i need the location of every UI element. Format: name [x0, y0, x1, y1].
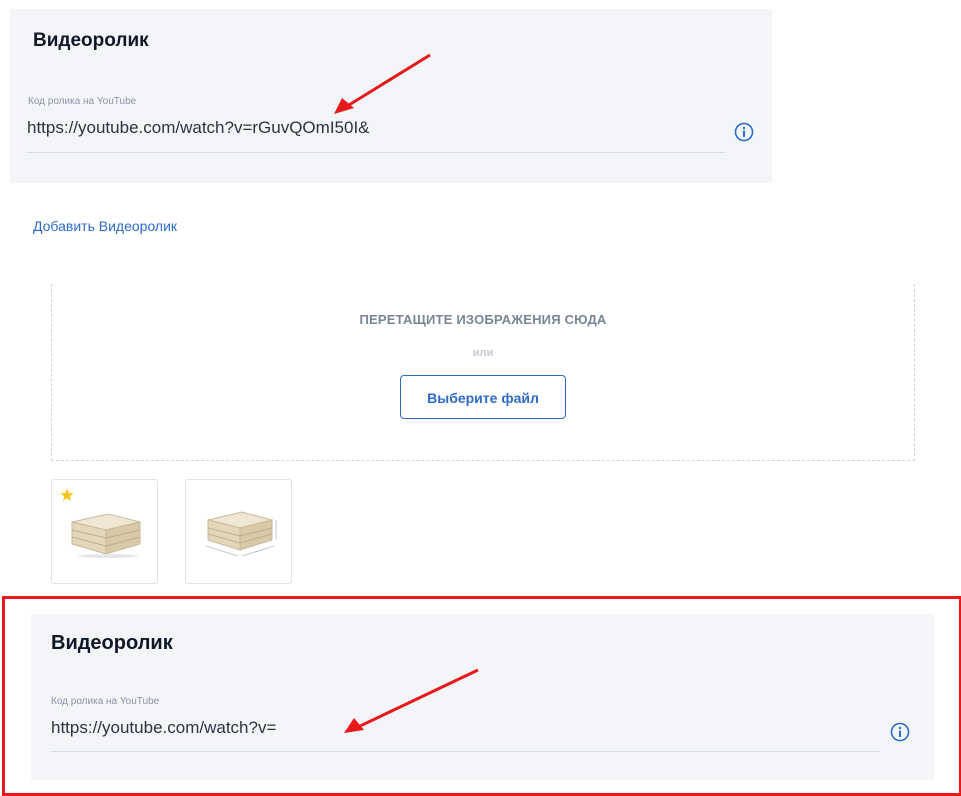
- field-label: Код ролика на YouTube: [51, 696, 160, 707]
- input-underline: [51, 751, 880, 752]
- youtube-code-input[interactable]: https://youtube.com/watch?v=: [51, 718, 276, 738]
- choose-file-button[interactable]: Выберите файл: [400, 375, 566, 419]
- input-underline: [27, 152, 725, 153]
- info-icon[interactable]: [734, 122, 754, 142]
- youtube-code-input[interactable]: https://youtube.com/watch?v=rGuvQOmI50I&: [27, 118, 370, 138]
- info-icon[interactable]: [890, 722, 910, 742]
- thumbnail-1[interactable]: [51, 479, 158, 584]
- crate-image: [205, 511, 277, 557]
- panel-title: Видеоролик: [51, 632, 173, 654]
- dropzone-or: или: [472, 347, 494, 359]
- field-label: Код ролика на YouTube: [28, 96, 137, 107]
- crate-image: [71, 513, 141, 558]
- panel-title: Видеоролик: [33, 30, 149, 51]
- arrow-annotation: [334, 53, 431, 114]
- arrow-annotation: [344, 668, 479, 733]
- dropzone-text: ПЕРЕТАЩИТЕ ИЗОБРАЖЕНИЯ СЮДА: [359, 312, 607, 327]
- thumbnail-2[interactable]: [185, 479, 292, 584]
- add-video-link[interactable]: Добавить Видеоролик: [33, 218, 177, 234]
- image-dropzone[interactable]: ПЕРЕТАЩИТЕ ИЗОБРАЖЕНИЯ СЮДА или Выберите…: [51, 284, 915, 461]
- star-icon: [60, 488, 74, 501]
